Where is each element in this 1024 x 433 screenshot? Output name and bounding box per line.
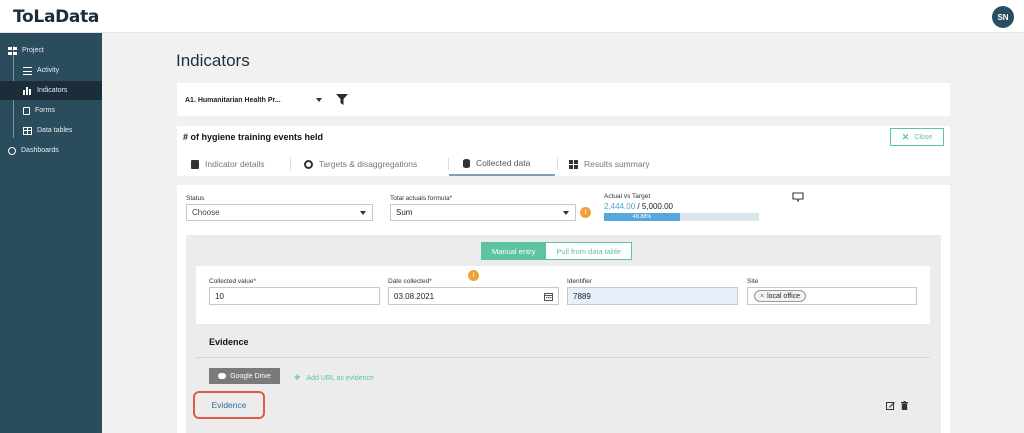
formula-select-value: Sum bbox=[396, 208, 413, 217]
warning-badge[interactable]: ! bbox=[468, 270, 479, 281]
tab-separator bbox=[290, 158, 291, 170]
filter-icon[interactable] bbox=[336, 94, 348, 105]
tab-label: Indicator details bbox=[205, 159, 265, 169]
sidebar-item-project[interactable]: Project bbox=[0, 41, 102, 60]
date-collected-value: 03.08.2021 bbox=[394, 291, 435, 301]
identifier-input[interactable]: 7889 bbox=[567, 287, 738, 305]
remove-icon[interactable]: × bbox=[760, 293, 764, 300]
close-icon: ✕ bbox=[901, 131, 910, 142]
data-entry-panel: Manual entry Pull from data table Collec… bbox=[186, 235, 941, 433]
edit-icon[interactable] bbox=[886, 401, 895, 410]
identifier-label: Identifier bbox=[567, 278, 592, 285]
list-icon bbox=[23, 66, 32, 75]
sidebar-item-forms[interactable]: Forms bbox=[0, 101, 102, 120]
evidence-actions bbox=[886, 401, 909, 410]
close-button[interactable]: ✕ Close bbox=[890, 128, 944, 146]
tab-collected-data[interactable]: Collected data bbox=[449, 152, 555, 176]
tab-label: Collected data bbox=[476, 158, 531, 168]
site-chip[interactable]: × local office bbox=[754, 290, 807, 302]
bar-chart-icon bbox=[23, 86, 32, 95]
sidebar-item-activity[interactable]: Activity bbox=[0, 61, 102, 80]
site-chip-label: local office bbox=[767, 292, 801, 300]
pull-from-data-table-button[interactable]: Pull from data table bbox=[546, 242, 632, 260]
site-input[interactable]: × local office bbox=[747, 287, 917, 305]
target-value: / 5,000.00 bbox=[637, 202, 673, 211]
add-url-button[interactable]: + Add URL as evidence bbox=[294, 372, 374, 384]
sidebar-item-label: Project bbox=[22, 47, 44, 54]
entry-mode-toggle: Manual entry Pull from data table bbox=[481, 242, 632, 260]
actual-vs-target-values: 2,444.00 / 5,000.00 bbox=[604, 202, 673, 211]
collected-value-label: Collected value* bbox=[209, 278, 256, 285]
tab-label: Results summary bbox=[584, 159, 650, 169]
chevron-down-icon bbox=[563, 211, 569, 215]
formula-select[interactable]: Sum bbox=[390, 204, 576, 221]
grid-icon bbox=[8, 46, 17, 55]
user-avatar[interactable]: SN bbox=[992, 6, 1014, 28]
trash-icon[interactable] bbox=[900, 401, 909, 410]
data-entry-row: Collected value* 10 Date collected* ! 03… bbox=[196, 266, 930, 324]
dashboard-icon bbox=[8, 146, 16, 155]
close-button-label: Close bbox=[914, 133, 933, 141]
site-label: Site bbox=[747, 278, 759, 285]
tab-separator bbox=[557, 158, 558, 170]
cloud-icon bbox=[218, 373, 227, 379]
status-label: Status bbox=[186, 195, 205, 202]
warning-badge[interactable]: ! bbox=[580, 207, 591, 218]
collected-data-panel: Status Choose Total actuals formula* Sum… bbox=[177, 185, 950, 433]
sidebar-item-label: Indicators bbox=[37, 87, 68, 94]
page-title: Indicators bbox=[176, 51, 250, 70]
tab-label: Targets & disaggregations bbox=[319, 159, 418, 169]
tiles-icon bbox=[569, 159, 578, 169]
add-url-label: Add URL as evidence bbox=[306, 374, 374, 382]
formula-label: Total actuals formula* bbox=[390, 195, 453, 202]
sidebar-item-dashboards[interactable]: Dashboards bbox=[0, 141, 102, 160]
indicator-tabs: Indicator details Targets & disaggregati… bbox=[177, 152, 950, 176]
sidebar-item-label: Activity bbox=[37, 67, 60, 74]
progress-percent: 48.88% bbox=[632, 214, 652, 220]
sidebar-item-indicators[interactable]: Indicators bbox=[0, 81, 102, 100]
sidebar-item-data-tables[interactable]: Data tables bbox=[0, 121, 102, 140]
tab-targets[interactable]: Targets & disaggregations bbox=[304, 152, 417, 176]
sidebar: Project Activity Indicators Forms Data t… bbox=[0, 33, 102, 433]
form-icon bbox=[23, 106, 30, 115]
table-icon bbox=[23, 126, 32, 135]
date-collected-input[interactable]: 03.08.2021 bbox=[388, 287, 559, 305]
actual-value: 2,444.00 bbox=[604, 202, 636, 211]
chevron-down-icon bbox=[360, 211, 366, 215]
sidebar-item-label: Data tables bbox=[37, 127, 73, 134]
status-select-value: Choose bbox=[192, 208, 220, 217]
database-icon bbox=[463, 158, 470, 168]
target-icon bbox=[304, 159, 313, 169]
identifier-value: 7889 bbox=[573, 291, 591, 301]
chevron-down-icon bbox=[316, 98, 322, 102]
comment-icon[interactable] bbox=[792, 192, 804, 202]
tab-results-summary[interactable]: Results summary bbox=[569, 152, 650, 176]
plus-icon: + bbox=[294, 372, 301, 384]
calendar-icon[interactable] bbox=[544, 292, 553, 301]
date-collected-label: Date collected* bbox=[388, 278, 432, 285]
google-drive-button[interactable]: Google Drive bbox=[209, 368, 280, 384]
google-drive-label: Google Drive bbox=[230, 372, 271, 380]
progress-bar: 48.88% bbox=[604, 213, 759, 221]
collected-value: 10 bbox=[215, 291, 224, 301]
app-logo[interactable]: ToLaData bbox=[13, 7, 99, 27]
evidence-link[interactable]: Evidence bbox=[193, 391, 265, 419]
indicator-select-value: A1. Humanitarian Health Pr... bbox=[185, 96, 281, 104]
evidence-heading: Evidence bbox=[209, 337, 249, 347]
collected-value-input[interactable]: 10 bbox=[209, 287, 380, 305]
manual-entry-button[interactable]: Manual entry bbox=[481, 242, 547, 260]
indicator-card: # of hygiene training events held ✕ Clos… bbox=[177, 126, 950, 176]
top-bar: ToLaData SN bbox=[0, 0, 1024, 33]
sidebar-item-label: Dashboards bbox=[21, 147, 59, 154]
tab-indicator-details[interactable]: Indicator details bbox=[191, 152, 265, 176]
divider bbox=[196, 357, 930, 358]
indicator-name: # of hygiene training events held bbox=[183, 132, 324, 142]
clipboard-icon bbox=[191, 159, 199, 169]
actual-vs-target-label: Actual vs Target bbox=[604, 193, 651, 200]
status-select[interactable]: Choose bbox=[186, 204, 373, 221]
sidebar-item-label: Forms bbox=[35, 107, 55, 114]
indicator-select[interactable]: A1. Humanitarian Health Pr... bbox=[185, 92, 325, 108]
filter-bar: A1. Humanitarian Health Pr... bbox=[177, 83, 950, 116]
